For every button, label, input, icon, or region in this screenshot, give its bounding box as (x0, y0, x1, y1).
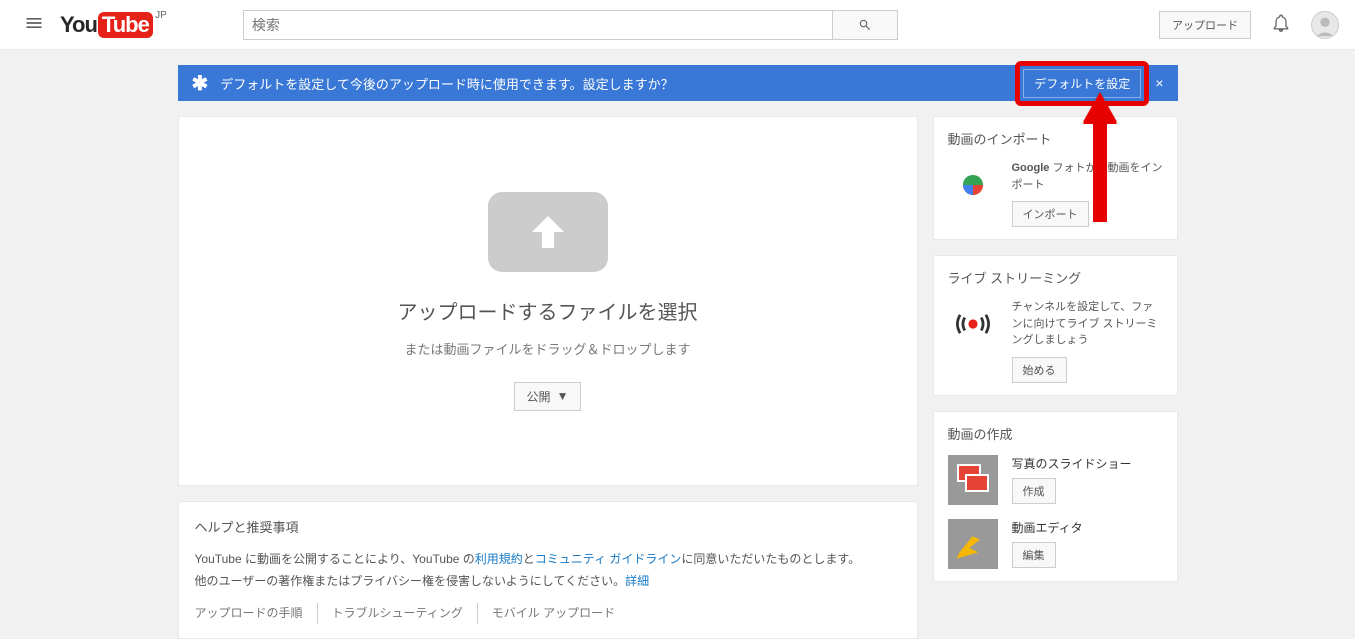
help-title: ヘルプと推奨事項 (195, 516, 901, 539)
create-card: 動画の作成 写真のスライドショー 作成 動画エディタ (933, 411, 1178, 582)
header: You Tube JP アップロード (0, 0, 1355, 50)
banner-button-wrap: デフォルトを設定 (1023, 69, 1141, 98)
notifications-icon[interactable] (1271, 13, 1291, 36)
create-title: 動画の作成 (948, 424, 1163, 443)
content: ✱ デフォルトを設定して今後のアップロード時に使用できます。設定しますか？ デフ… (178, 65, 1178, 639)
right-column: 動画のインポート Google フォトから動画をインポート インポート (933, 116, 1178, 639)
import-button[interactable]: インポート (1012, 201, 1089, 227)
logo-tube: Tube (98, 12, 153, 38)
editor-icon (948, 519, 998, 569)
left-column: アップロードするファイルを選択 または動画ファイルをドラッグ＆ドロップします 公… (178, 116, 918, 639)
banner: ✱ デフォルトを設定して今後のアップロード時に使用できます。設定しますか？ デフ… (178, 65, 1178, 101)
terms-link[interactable]: 利用規約 (475, 552, 523, 566)
help-footer-mobile[interactable]: モバイル アップロード (478, 603, 629, 625)
upload-title: アップロードするファイルを選択 (398, 296, 698, 325)
import-content: Google フォトから動画をインポート インポート (1012, 160, 1163, 227)
help-footer: アップロードの手順 トラブルシューティング モバイル アップロード (195, 603, 901, 625)
import-title: 動画のインポート (948, 129, 1163, 148)
import-card: 動画のインポート Google フォトから動画をインポート インポート (933, 116, 1178, 240)
editor-label: 動画エディタ (1012, 519, 1163, 536)
privacy-label: 公開 (527, 388, 551, 405)
set-defaults-button[interactable]: デフォルトを設定 (1023, 69, 1141, 98)
asterisk-icon: ✱ (192, 71, 209, 96)
slideshow-icon (948, 455, 998, 505)
search-icon (858, 18, 872, 32)
help-line1: YouTube に動画を公開することにより、YouTube の利用規約とコミュニ… (195, 549, 901, 571)
details-link[interactable]: 詳細 (625, 574, 649, 588)
upload-icon (488, 192, 608, 272)
avatar[interactable] (1311, 11, 1339, 39)
editor-button[interactable]: 編集 (1012, 542, 1056, 568)
header-right: アップロード (1159, 11, 1339, 39)
menu-icon[interactable] (16, 5, 52, 44)
main: アップロードするファイルを選択 または動画ファイルをドラッグ＆ドロップします 公… (178, 116, 1178, 639)
search-wrap (243, 10, 898, 40)
editor-row: 動画エディタ 編集 (948, 519, 1163, 569)
live-card: ライブ ストリーミング チャンネルを設定して、ファンに向けてライブ ストリーミン… (933, 255, 1178, 396)
help-box: ヘルプと推奨事項 YouTube に動画を公開することにより、YouTube の… (178, 501, 918, 639)
privacy-select[interactable]: 公開 ▼ (514, 382, 582, 411)
slideshow-button[interactable]: 作成 (1012, 478, 1056, 504)
upload-button[interactable]: アップロード (1159, 11, 1251, 39)
youtube-logo[interactable]: You Tube JP (60, 12, 153, 38)
slideshow-label: 写真のスライドショー (1012, 455, 1163, 472)
logo-region: JP (155, 10, 167, 21)
close-icon[interactable]: × (1155, 75, 1163, 91)
live-title: ライブ ストリーミング (948, 268, 1163, 287)
live-icon (948, 299, 998, 349)
help-line2: 他のユーザーの著作権またはプライバシー権を侵害しないようにしてください。詳細 (195, 571, 901, 593)
slideshow-row: 写真のスライドショー 作成 (948, 455, 1163, 505)
help-footer-upload[interactable]: アップロードの手順 (195, 603, 318, 625)
logo-you: You (60, 12, 97, 38)
live-content: チャンネルを設定して、ファンに向けてライブ ストリーミングしましょう 始める (1012, 299, 1163, 383)
search-input[interactable] (243, 10, 833, 40)
guidelines-link[interactable]: コミュニティ ガイドライン (535, 552, 682, 566)
google-photos-icon (948, 160, 998, 210)
search-button[interactable] (833, 10, 898, 40)
upload-subtitle: または動画ファイルをドラッグ＆ドロップします (404, 339, 690, 358)
banner-text: デフォルトを設定して今後のアップロード時に使用できます。設定しますか？ (220, 74, 1023, 93)
upload-area[interactable]: アップロードするファイルを選択 または動画ファイルをドラッグ＆ドロップします 公… (178, 116, 918, 486)
help-footer-troubleshoot[interactable]: トラブルシューティング (318, 603, 478, 625)
chevron-down-icon: ▼ (557, 389, 569, 403)
live-start-button[interactable]: 始める (1012, 357, 1067, 383)
